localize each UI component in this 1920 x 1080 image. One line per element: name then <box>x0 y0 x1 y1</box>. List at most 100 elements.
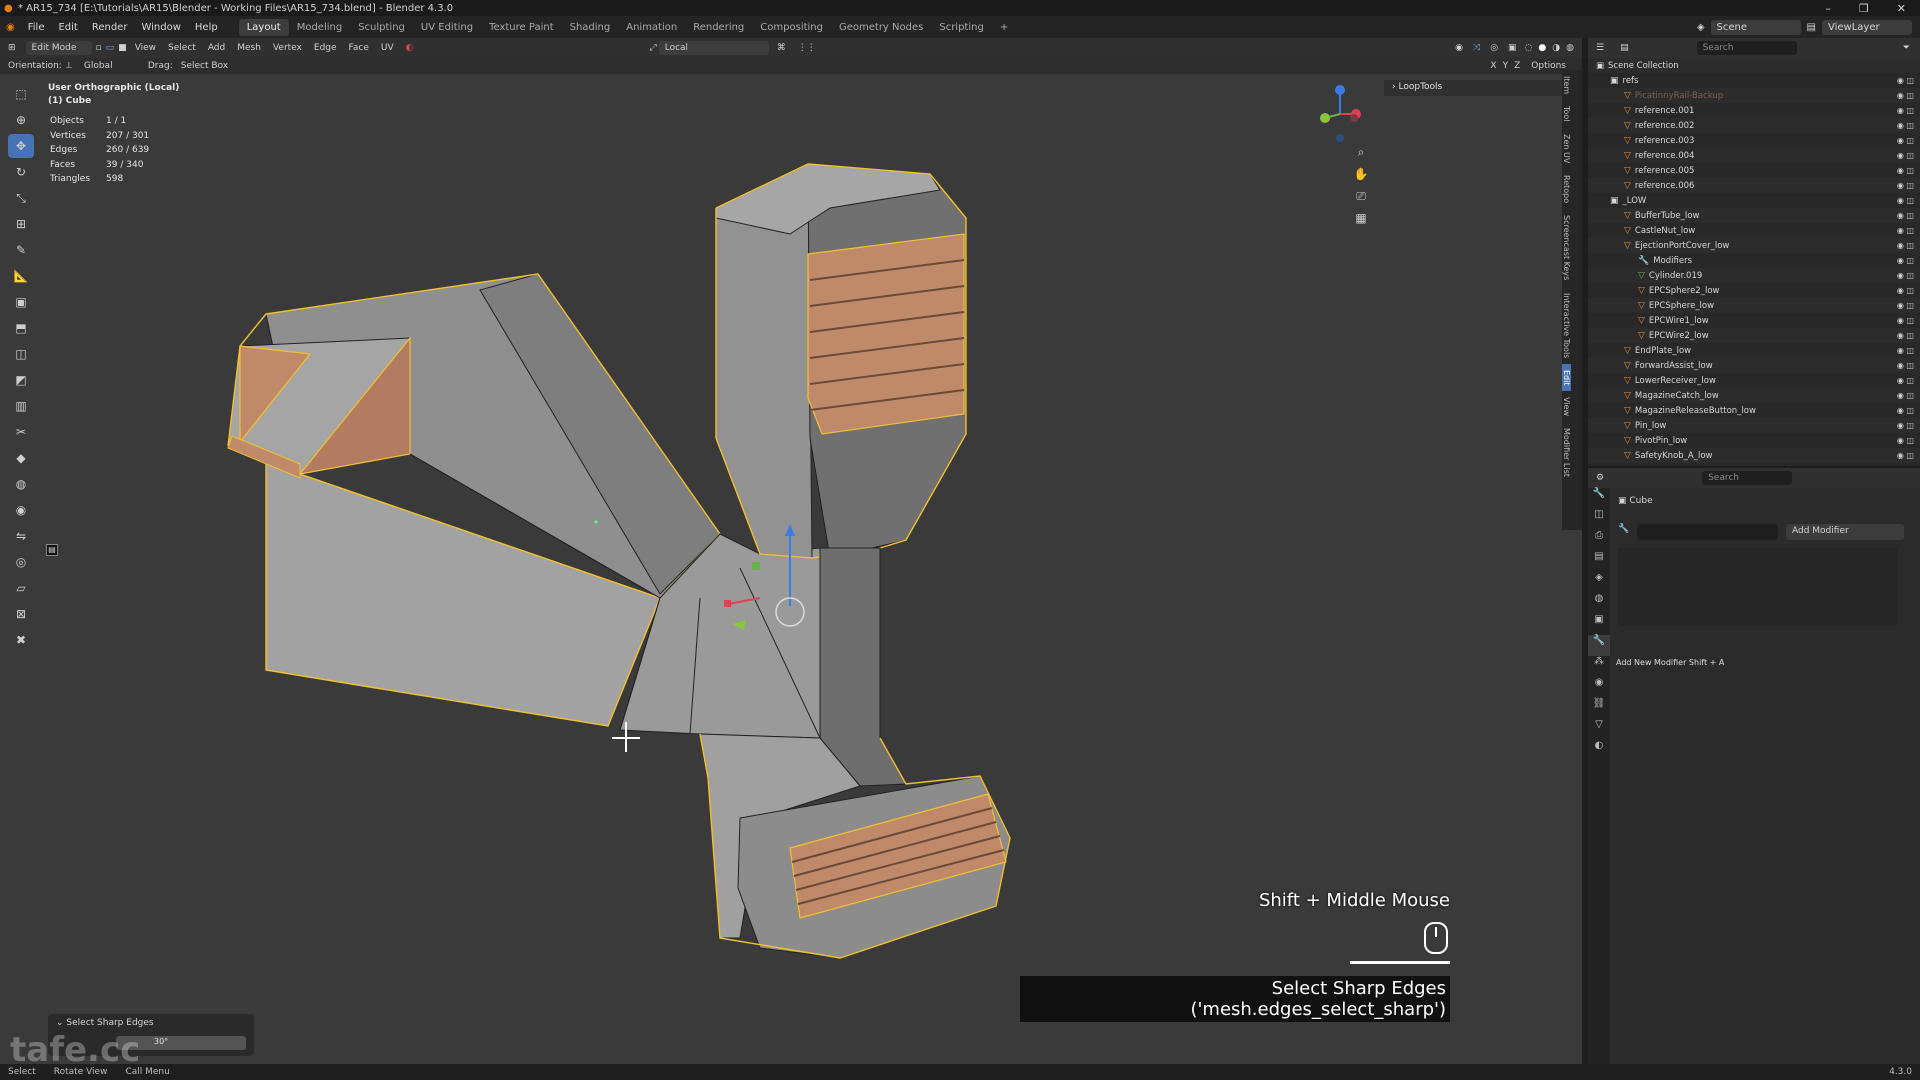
scene-props-icon[interactable]: ◈ <box>1588 572 1610 593</box>
rotate-tool-icon[interactable]: ↻ <box>8 160 34 184</box>
scene-selector[interactable]: Scene <box>1710 19 1801 35</box>
visibility-eye-icon[interactable]: ◉ ◫ <box>1897 181 1914 190</box>
outliner-row[interactable]: ▽ BufferTube_low ◉ ◫ <box>1588 208 1920 223</box>
outliner-editor-icon[interactable]: ☰ <box>1588 43 1612 53</box>
shading-material-icon[interactable]: ◑ <box>1549 43 1563 53</box>
mirror-y-toggle[interactable]: Y <box>1500 61 1512 71</box>
sidebar-tab-screencast-keys[interactable]: Screencast Keys <box>1562 209 1571 286</box>
shear-tool-icon[interactable]: ▱ <box>8 576 34 600</box>
menu-select[interactable]: Select <box>162 43 202 53</box>
menu-face[interactable]: Face <box>343 43 375 53</box>
outliner-row[interactable]: ▽ reference.003 ◉ ◫ <box>1588 133 1920 148</box>
visibility-eye-icon[interactable]: ◉ ◫ <box>1897 136 1914 145</box>
visibility-eye-icon[interactable]: ◉ ◫ <box>1897 166 1914 175</box>
visibility-eye-icon[interactable]: ◉ ◫ <box>1897 421 1914 430</box>
menu-edit[interactable]: Edit <box>51 22 84 33</box>
gizmo-neg-y-ball-icon[interactable] <box>1350 114 1358 122</box>
sidebar-tab-edit[interactable]: Edit <box>1562 363 1571 392</box>
menu-add[interactable]: Add <box>202 43 231 53</box>
loop-cut-tool-icon[interactable]: ▥ <box>8 394 34 418</box>
outliner-row[interactable]: ▽ EndPlate_low ◉ ◫ <box>1588 343 1920 358</box>
panel-collapse-chevron-icon[interactable]: › <box>1392 82 1396 92</box>
shading-solid-icon[interactable]: ● <box>1535 43 1549 53</box>
visibility-eye-icon[interactable]: ◉ ◫ <box>1897 331 1914 340</box>
workspace-tab-uv-editing[interactable]: UV Editing <box>413 19 481 36</box>
workspace-tab-animation[interactable]: Animation <box>618 19 685 36</box>
overlay-toggle-icon[interactable]: ◎ <box>1485 43 1503 53</box>
world-props-icon[interactable]: ◍ <box>1588 593 1610 614</box>
visibility-eye-icon[interactable]: ◉ ◫ <box>1897 271 1914 280</box>
shading-wireframe-icon[interactable]: ◌ <box>1522 43 1536 53</box>
inset-tool-icon[interactable]: ◫ <box>8 342 34 366</box>
menu-view[interactable]: View <box>129 43 162 53</box>
outliner-row[interactable]: ▽ EPCSphere_low ◉ ◫ <box>1588 298 1920 313</box>
visibility-eye-icon[interactable]: ◉ ◫ <box>1897 376 1914 385</box>
view-layer-props-icon[interactable]: ▤ <box>1588 551 1610 572</box>
sidebar-tab-interactive-tools[interactable]: Interactive Tools <box>1562 287 1571 364</box>
viewport-toggle-icon[interactable]: ▤ <box>46 544 58 556</box>
outliner-row[interactable]: ▽ EPCWire1_low ◉ ◫ <box>1588 313 1920 328</box>
gizmo-z-ball-icon[interactable] <box>1335 85 1345 95</box>
visibility-eye-icon[interactable]: ◉ ◫ <box>1897 106 1914 115</box>
workspace-tab-texture-paint[interactable]: Texture Paint <box>481 19 562 36</box>
outliner-row[interactable]: ▽ EjectionPortCover_low ◉ ◫ <box>1588 238 1920 253</box>
gizmo-neg-z-ball-icon[interactable] <box>1336 134 1344 142</box>
snap-icon[interactable]: ⌘ <box>771 43 792 53</box>
outliner-row[interactable]: ▽ EPCSphere2_low ◉ ◫ <box>1588 283 1920 298</box>
visibility-eye-icon[interactable]: ◉ ◫ <box>1897 151 1914 160</box>
rip-tool-icon[interactable]: ⊠ <box>8 602 34 626</box>
outliner-row[interactable]: ▽ MagazineReleaseButton_low ◉ ◫ <box>1588 403 1920 418</box>
move-tool-icon[interactable]: ✥ <box>8 134 34 158</box>
menu-file[interactable]: File <box>21 22 52 33</box>
edge-slide-tool-icon[interactable]: ⇋ <box>8 524 34 548</box>
workspace-tab-scripting[interactable]: Scripting <box>931 19 991 36</box>
add-modifier-button[interactable]: Add Modifier <box>1786 524 1904 540</box>
looptools-panel[interactable]: › LoopTools <box>1384 80 1564 96</box>
outliner-search[interactable]: Search <box>1696 41 1797 55</box>
outliner-row[interactable]: ▽ EPCWire2_low ◉ ◫ <box>1588 328 1920 343</box>
render-props-icon[interactable]: ◫ <box>1588 509 1610 530</box>
particles-props-icon[interactable]: ⁂ <box>1588 656 1610 677</box>
gizmo-x-handle-icon[interactable] <box>724 600 731 607</box>
blender-menu-icon[interactable]: ◉ <box>0 22 21 33</box>
menu-render[interactable]: Render <box>85 22 135 33</box>
outliner-row[interactable]: ▽ reference.006 ◉ ◫ <box>1588 178 1920 193</box>
camera-view-icon[interactable]: ⎚ <box>1350 189 1372 211</box>
cursor-tool-icon[interactable]: ⊕ <box>8 108 34 132</box>
visibility-eye-icon[interactable]: ◉ ◫ <box>1897 226 1914 235</box>
proportional-edit-icon[interactable]: ◐ <box>400 43 420 53</box>
visibility-eye-icon[interactable]: ◉ ◫ <box>1897 361 1914 370</box>
data-props-icon[interactable]: ▽ <box>1588 719 1610 740</box>
workspace-tab-rendering[interactable]: Rendering <box>685 19 752 36</box>
extrude-tool-icon[interactable]: ⬒ <box>8 316 34 340</box>
outliner-row[interactable]: ▽ Pin_low ◉ ◫ <box>1588 418 1920 433</box>
navigation-gizmo[interactable] <box>1310 82 1370 146</box>
zoom-icon[interactable]: ⌕ <box>1350 145 1372 167</box>
properties-editor-icon[interactable]: ⚙ <box>1588 473 1612 483</box>
outliner-row[interactable]: ▽ PivotPin_low ◉ ◫ <box>1588 433 1920 448</box>
minimize-button[interactable]: – <box>1825 2 1831 15</box>
workspace-tab-modeling[interactable]: Modeling <box>289 19 351 36</box>
select-mode-face-icon[interactable]: ■ <box>116 43 129 53</box>
tool-props-icon[interactable]: 🔧 <box>1588 488 1610 509</box>
xray-toggle-icon[interactable]: ▣ <box>1503 43 1522 53</box>
constraints-props-icon[interactable]: ⛓ <box>1588 698 1610 719</box>
knife-tool-icon[interactable]: ✂ <box>8 420 34 444</box>
close-button[interactable]: ✕ <box>1897 2 1906 15</box>
shading-rendered-icon[interactable]: ◍ <box>1563 43 1582 53</box>
pan-hand-icon[interactable]: ✋ <box>1350 167 1372 189</box>
measure-tool-icon[interactable]: 📐 <box>8 264 34 288</box>
smooth-tool-icon[interactable]: ◉ <box>8 498 34 522</box>
sidebar-tab-retopo[interactable]: Retopo <box>1562 169 1571 209</box>
outliner-row[interactable]: ▣ _LOW ◉ ◫ <box>1588 193 1920 208</box>
visibility-eye-icon[interactable]: ◉ ◫ <box>1897 211 1914 220</box>
snap-target-icon[interactable]: ⋮⋮ <box>792 43 822 53</box>
gizmo-toggle-icon[interactable]: ⤨ <box>1468 43 1485 53</box>
drag-selector[interactable]: Select Box <box>175 59 233 73</box>
visibility-eye-icon[interactable]: ◉ ◫ <box>1897 406 1914 415</box>
menu-uv[interactable]: UV <box>375 43 400 53</box>
poly-build-tool-icon[interactable]: ◆ <box>8 446 34 470</box>
gizmo-y-handle-icon[interactable] <box>752 562 760 570</box>
maximize-button[interactable]: ❐ <box>1859 2 1869 15</box>
extra-tool-icon[interactable]: ✖ <box>8 628 34 652</box>
